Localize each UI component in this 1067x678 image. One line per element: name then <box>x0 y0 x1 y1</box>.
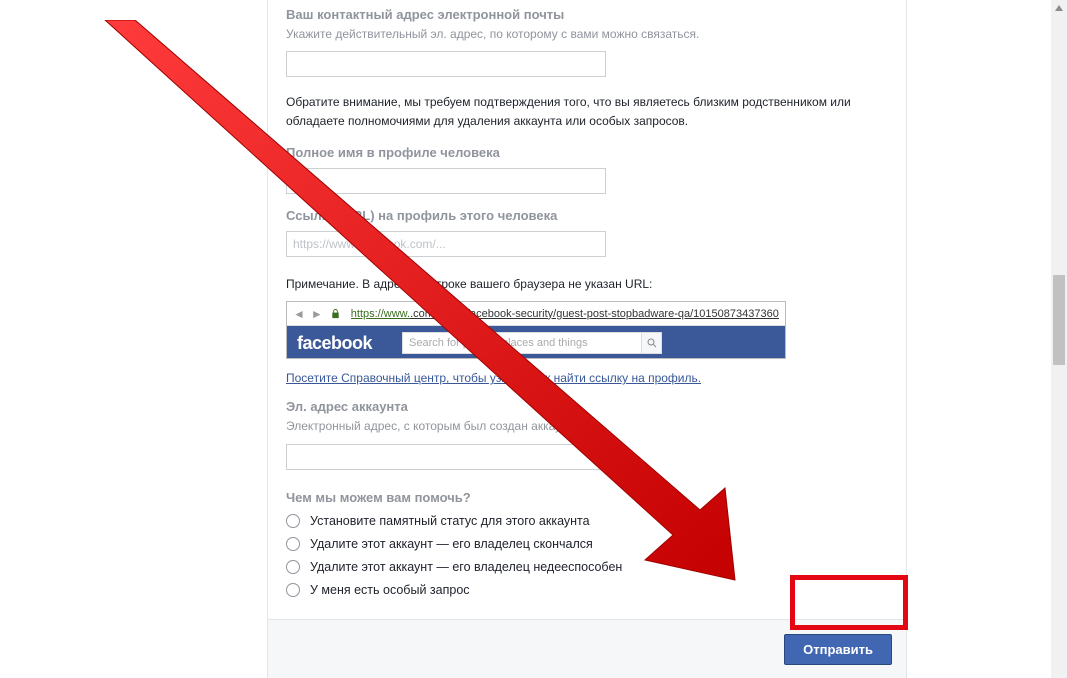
nav-back-icon: ◄ <box>293 307 305 321</box>
fb-search-box: Search for people, places and things <box>402 332 642 354</box>
help-center-link[interactable]: Посетите Справочный центр, чтобы узнать,… <box>286 371 888 385</box>
radio-icon <box>286 560 300 574</box>
scrollbar-thumb[interactable] <box>1053 275 1065 365</box>
example-url: https://www..com/notes/facebook-security… <box>351 308 779 320</box>
option-memorialize[interactable]: Установите памятный статус для этого акк… <box>286 514 888 528</box>
option-special-request[interactable]: У меня есть особый запрос <box>286 583 888 597</box>
how-help-label: Чем мы можем вам помочь? <box>286 490 888 505</box>
nav-forward-icon: ► <box>311 307 323 321</box>
nav-icons: ◄ ► <box>293 307 343 321</box>
lock-icon <box>329 307 343 321</box>
radio-label: Удалите этот аккаунт — его владелец скон… <box>310 537 593 551</box>
radio-label: У меня есть особый запрос <box>310 583 470 597</box>
option-delete-deceased[interactable]: Удалите этот аккаунт — его владелец скон… <box>286 537 888 551</box>
full-name-label: Полное имя в профиле человека <box>286 145 888 160</box>
profile-url-input[interactable] <box>286 231 606 257</box>
confirmation-note: Обратите внимание, мы требуем подтвержде… <box>286 93 888 130</box>
scrollbar-up-button[interactable] <box>1051 0 1067 16</box>
scrollbar-track[interactable] <box>1051 0 1067 678</box>
contact-email-label: Ваш контактный адрес электронной почты <box>286 7 888 22</box>
example-address-bar: ◄ ► https://www..com/notes/facebook-secu… <box>287 302 785 326</box>
option-delete-incapacitated[interactable]: Удалите этот аккаунт — его владелец неде… <box>286 560 888 574</box>
profile-url-label: Ссылка (URL) на профиль этого человека <box>286 208 888 223</box>
search-icon <box>642 332 662 354</box>
account-email-help: Электронный адрес, с которым был создан … <box>286 418 888 435</box>
fb-banner: facebook Search for people, places and t… <box>287 326 785 359</box>
form-footer: Отправить <box>268 619 906 678</box>
radio-label: Установите памятный статус для этого акк… <box>310 514 590 528</box>
form-card: Ваш контактный адрес электронной почты У… <box>267 0 907 678</box>
submit-button[interactable]: Отправить <box>784 634 892 665</box>
account-email-label: Эл. адрес аккаунта <box>286 399 888 414</box>
example-screenshot: ◄ ► https://www..com/notes/facebook-secu… <box>286 301 786 359</box>
radio-label: Удалите этот аккаунт — его владелец неде… <box>310 560 622 574</box>
radio-icon <box>286 537 300 551</box>
full-name-input[interactable] <box>286 168 606 194</box>
radio-icon <box>286 514 300 528</box>
account-email-input[interactable] <box>286 444 606 470</box>
contact-email-help: Укажите действительный эл. адрес, по кот… <box>286 26 888 43</box>
form-body: Ваш контактный адрес электронной почты У… <box>268 0 906 619</box>
contact-email-input[interactable] <box>286 51 606 77</box>
example-note: Примечание. В адресной строке вашего бра… <box>286 275 888 294</box>
facebook-logo: facebook <box>297 333 372 354</box>
radio-icon <box>286 583 300 597</box>
